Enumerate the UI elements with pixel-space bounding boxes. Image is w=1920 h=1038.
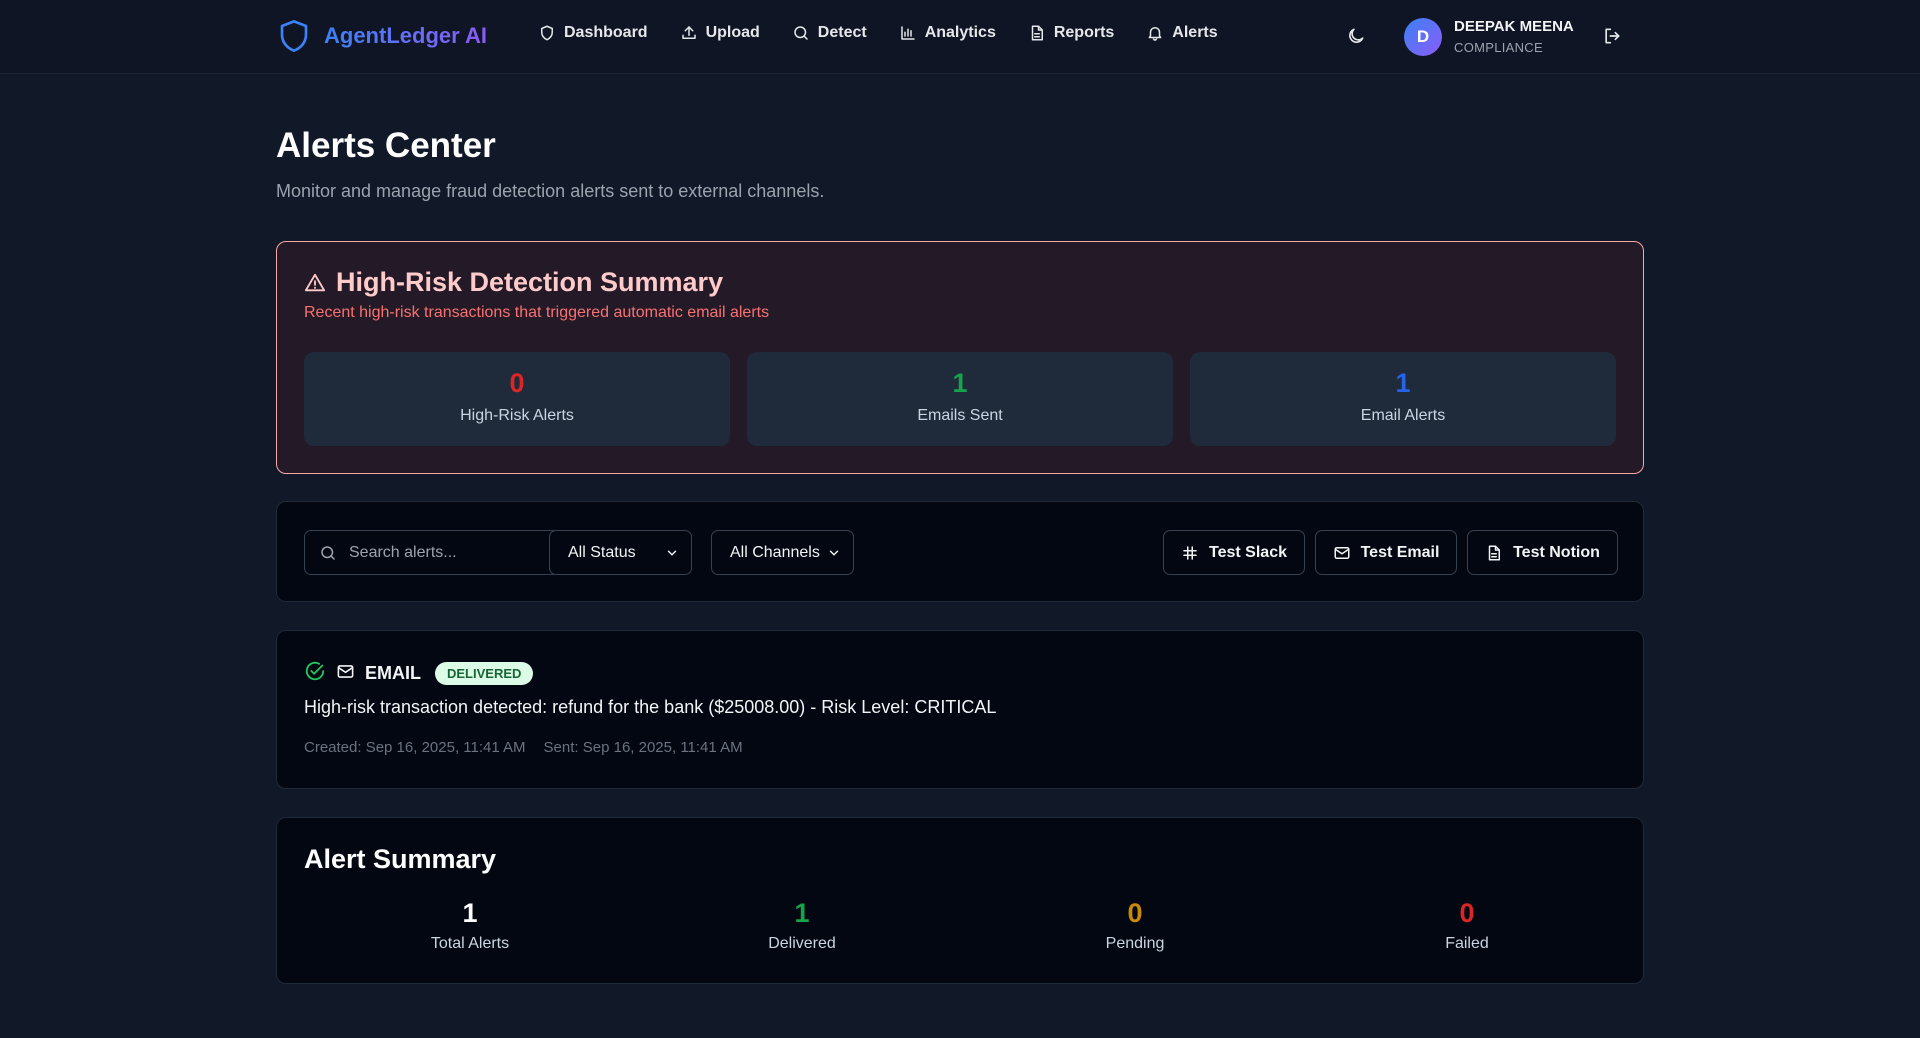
alert-message: High-risk transaction detected: refund f… — [304, 697, 997, 717]
alert-item[interactable]: EMAIL DELIVERED High-risk transaction de… — [276, 630, 1644, 789]
alert-summary-title: Alert Summary — [304, 844, 497, 874]
bell-icon — [1148, 27, 1162, 41]
theme-toggle-button[interactable] — [1346, 26, 1368, 48]
summary-label: Pending — [1105, 935, 1165, 952]
stat-high-risk-alerts: 0 High-Risk Alerts — [304, 352, 730, 446]
check-circle-icon — [304, 660, 326, 687]
high-risk-summary-title-text: High-Risk Detection Summary — [336, 267, 724, 297]
stat-emails-sent: 1 Emails Sent — [747, 352, 1173, 446]
user-role: COMPLIANCE — [1454, 40, 1543, 55]
search-icon — [321, 545, 335, 560]
user-name: DEEPAK MEENA — [1454, 18, 1574, 35]
logout-icon — [1605, 28, 1620, 44]
upload-icon — [681, 26, 696, 39]
stat-email-alerts: 1 Email Alerts — [1190, 352, 1616, 446]
slack-icon — [1183, 545, 1197, 560]
status-filter-value: All Status — [568, 543, 636, 561]
file-icon — [1488, 545, 1501, 560]
logout-button[interactable] — [1602, 26, 1624, 48]
summary-delivered: 1 Delivered — [636, 898, 968, 953]
chevron-down-icon — [667, 550, 677, 555]
test-email-label: Test Email — [1360, 543, 1440, 561]
mail-icon — [336, 662, 355, 686]
nav-dashboard[interactable]: Dashboard — [538, 24, 648, 42]
summary-value: 1 — [794, 898, 810, 928]
summary-label: Failed — [1445, 935, 1489, 952]
test-email-button[interactable]: Test Email — [1315, 530, 1457, 575]
main-nav: Dashboard Upload Detect Analytics Report… — [538, 24, 1218, 42]
high-risk-summary-title: High-Risk Detection Summary — [304, 267, 723, 298]
summary-total-alerts: 1 Total Alerts — [304, 898, 636, 953]
page-subtitle: Monitor and manage fraud detection alert… — [276, 181, 825, 201]
alert-sent: Sent: Sep 16, 2025, 11:41 AM — [543, 739, 743, 756]
warning-triangle-icon — [304, 273, 326, 291]
brand[interactable]: AgentLedger AI — [278, 18, 487, 54]
nav-alerts-label: Alerts — [1172, 24, 1218, 41]
channel-filter-select[interactable]: All Channels — [711, 530, 854, 575]
summary-failed: 0 Failed — [1301, 898, 1633, 953]
shield-icon — [541, 25, 553, 41]
test-slack-label: Test Slack — [1209, 543, 1287, 561]
summary-label: Delivered — [768, 935, 836, 952]
stat-label: Email Alerts — [1360, 407, 1446, 424]
status-filter-select[interactable]: All Status — [549, 530, 692, 575]
stat-label: High-Risk Alerts — [460, 407, 574, 424]
high-risk-summary-subtitle: Recent high-risk transactions that trigg… — [304, 304, 770, 321]
summary-label: Total Alerts — [430, 935, 510, 952]
nav-analytics[interactable]: Analytics — [899, 24, 996, 42]
summary-value: 0 — [1127, 898, 1143, 928]
search-input[interactable] — [349, 543, 569, 562]
stat-value: 1 — [952, 368, 968, 398]
test-slack-button[interactable]: Test Slack — [1163, 530, 1305, 575]
alert-meta: Created: Sep 16, 2025, 11:41 AM Sent: Se… — [304, 739, 743, 756]
alert-created: Created: Sep 16, 2025, 11:41 AM — [304, 739, 526, 756]
stat-value: 0 — [509, 368, 525, 398]
nav-upload-label: Upload — [705, 24, 760, 41]
nav-reports[interactable]: Reports — [1028, 24, 1114, 42]
top-navbar: AgentLedger AI Dashboard Upload Detect A… — [0, 0, 1920, 74]
nav-detect[interactable]: Detect — [792, 24, 867, 42]
nav-reports-label: Reports — [1053, 24, 1115, 41]
moon-icon — [1349, 28, 1364, 43]
summary-pending: 0 Pending — [969, 898, 1301, 953]
summary-value: 1 — [462, 898, 478, 928]
test-notion-button[interactable]: Test Notion — [1467, 530, 1618, 575]
channel-filter-value: All Channels — [730, 543, 820, 561]
mail-icon — [1334, 546, 1350, 559]
status-badge: DELIVERED — [435, 662, 534, 685]
filter-toolbar: All Status All Channels Test Slack Test … — [276, 501, 1644, 602]
stat-label: Emails Sent — [917, 407, 1003, 424]
shield-logo-icon — [278, 18, 310, 54]
chevron-down-icon — [829, 550, 839, 555]
nav-upload[interactable]: Upload — [680, 24, 760, 42]
search-icon — [794, 26, 808, 40]
high-risk-summary-panel: High-Risk Detection Summary Recent high-… — [276, 241, 1644, 474]
nav-detect-label: Detect — [817, 24, 867, 41]
avatar[interactable]: D — [1404, 18, 1442, 56]
test-notion-label: Test Notion — [1513, 543, 1600, 561]
nav-dashboard-label: Dashboard — [564, 24, 648, 41]
alert-summary-panel: Alert Summary 1 Total Alerts 1 Delivered… — [276, 817, 1644, 984]
stat-value: 1 — [1395, 368, 1411, 398]
bar-chart-icon — [900, 26, 915, 40]
alert-header: EMAIL DELIVERED — [304, 660, 534, 687]
nav-analytics-label: Analytics — [924, 24, 996, 41]
summary-value: 0 — [1459, 898, 1475, 928]
alert-channel: EMAIL — [365, 663, 421, 683]
brand-name: AgentLedger AI — [324, 23, 487, 48]
file-icon — [1031, 25, 1043, 41]
page-title: Alerts Center — [276, 126, 496, 165]
nav-alerts[interactable]: Alerts — [1146, 24, 1218, 42]
